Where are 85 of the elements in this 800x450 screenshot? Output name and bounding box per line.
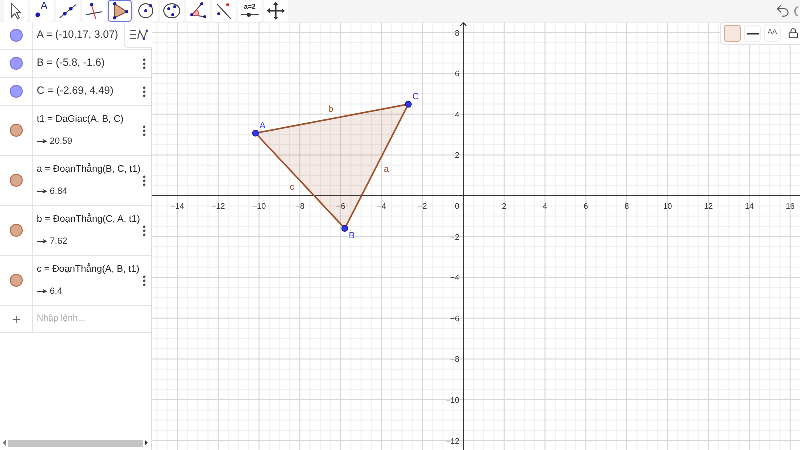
- tool-button[interactable]: A: [30, 0, 54, 22]
- y-tick-label: 6: [455, 70, 460, 79]
- y-tick-label: −4: [450, 274, 460, 283]
- tool-button[interactable]: [212, 0, 236, 22]
- menu-icon[interactable]: [142, 274, 146, 286]
- arrow-icon: [37, 289, 47, 294]
- y-tick-label: −12: [446, 436, 460, 446]
- segment-label: a: [384, 164, 389, 174]
- x-tick-label: −14: [170, 202, 184, 212]
- y-tick-label: 4: [455, 110, 460, 120]
- segment-label: b: [328, 104, 334, 114]
- circle-icon: [162, 1, 182, 21]
- menu-icon[interactable]: [142, 58, 146, 70]
- point-label: A: [41, 0, 48, 14]
- arrow-icon: [37, 239, 47, 244]
- menu-icon[interactable]: [142, 224, 146, 236]
- tool-button[interactable]: [186, 0, 210, 22]
- point[interactable]: [252, 130, 260, 137]
- move-icon: [266, 1, 286, 21]
- point[interactable]: [342, 225, 348, 232]
- left-arrow-icon[interactable]: [2, 439, 8, 447]
- algebra-definition[interactable]: c = ĐoạnThẳng(A, B, t1): [37, 262, 140, 277]
- algebra-value: 6.4: [50, 284, 63, 298]
- tool-button[interactable]: [82, 0, 106, 22]
- menu-icon[interactable]: [142, 174, 146, 186]
- scrollbar[interactable]: [2, 439, 149, 447]
- color-swatch[interactable]: [724, 25, 741, 42]
- algebra-value: 6.84: [50, 184, 68, 198]
- point[interactable]: [405, 101, 412, 108]
- tool-button[interactable]: [4, 0, 28, 22]
- plus-icon[interactable]: [10, 314, 22, 324]
- tool-button[interactable]: [108, 0, 132, 22]
- x-tick-label: 14: [745, 202, 754, 212]
- y-tick-label: −8: [450, 355, 460, 364]
- reflect-icon: [214, 1, 234, 21]
- arrow-icon: [37, 189, 47, 194]
- right-arrow-icon[interactable]: [143, 439, 149, 447]
- y-tick-label: −2: [450, 232, 460, 242]
- tool-button[interactable]: [56, 0, 80, 22]
- algebra-definition[interactable]: a = ĐoạnThẳng(B, C, t1): [37, 162, 141, 177]
- x-tick-label: −2: [418, 202, 428, 212]
- segment-label: c: [290, 182, 294, 192]
- line-style-button[interactable]: [744, 25, 761, 42]
- algebra-value: 20.59: [50, 134, 73, 148]
- algebra-definition[interactable]: C = (-2.69, 4.49): [37, 84, 114, 100]
- x-tick-label: −4: [377, 202, 386, 212]
- circle-icon: [136, 1, 156, 21]
- x-tick-label: 10: [663, 202, 672, 212]
- x-tick-label: −12: [212, 202, 226, 212]
- x-tick-label: 4: [543, 202, 548, 212]
- perpendicular-icon: [84, 1, 104, 21]
- formula-icon: [128, 28, 148, 40]
- tool-button[interactable]: [264, 0, 288, 22]
- y-tick-label: 8: [455, 28, 460, 38]
- x-tick-label: 2: [502, 202, 507, 212]
- x-tick-label: 6: [584, 202, 588, 212]
- point-label: C: [412, 91, 420, 102]
- x-tick-label: −10: [252, 202, 266, 212]
- x-tick-label: −6: [336, 202, 346, 212]
- slider-icon: [240, 12, 260, 18]
- input-field[interactable]: Nhập lệnh...: [33, 306, 151, 332]
- x-tick-label: 16: [786, 202, 795, 212]
- line-icon: [746, 32, 758, 34]
- tool-button[interactable]: [134, 0, 158, 22]
- algebra-value: 7.62: [50, 234, 68, 248]
- x-tick-label: 8: [624, 202, 630, 212]
- algebra-definition[interactable]: B = (-5.8, -1.6): [37, 56, 105, 72]
- undo-button[interactable]: [775, 3, 791, 19]
- arrow-icon: [37, 139, 47, 144]
- menu-icon[interactable]: [142, 86, 146, 98]
- origin-label: 0: [455, 202, 460, 212]
- point-label: B: [349, 230, 356, 241]
- algebra-definition[interactable]: b = ĐoạnThẳng(C, A, t1): [37, 212, 140, 227]
- tool-button[interactable]: [160, 0, 184, 22]
- algebra-definition[interactable]: t1 = DaGiac(A, B, C): [37, 112, 124, 127]
- algebra-definition[interactable]: A = (-10.17, 3.07): [37, 28, 118, 44]
- y-tick-label: −10: [446, 396, 460, 406]
- y-tick-label: 2: [455, 151, 460, 160]
- x-tick-label: 12: [704, 202, 714, 212]
- y-tick-label: −6: [450, 314, 460, 324]
- dot-icon: [35, 12, 41, 18]
- x-tick-label: −8: [296, 202, 305, 212]
- angle-icon: [188, 1, 208, 21]
- point-label: A: [260, 120, 266, 130]
- menu-icon[interactable]: [142, 124, 146, 136]
